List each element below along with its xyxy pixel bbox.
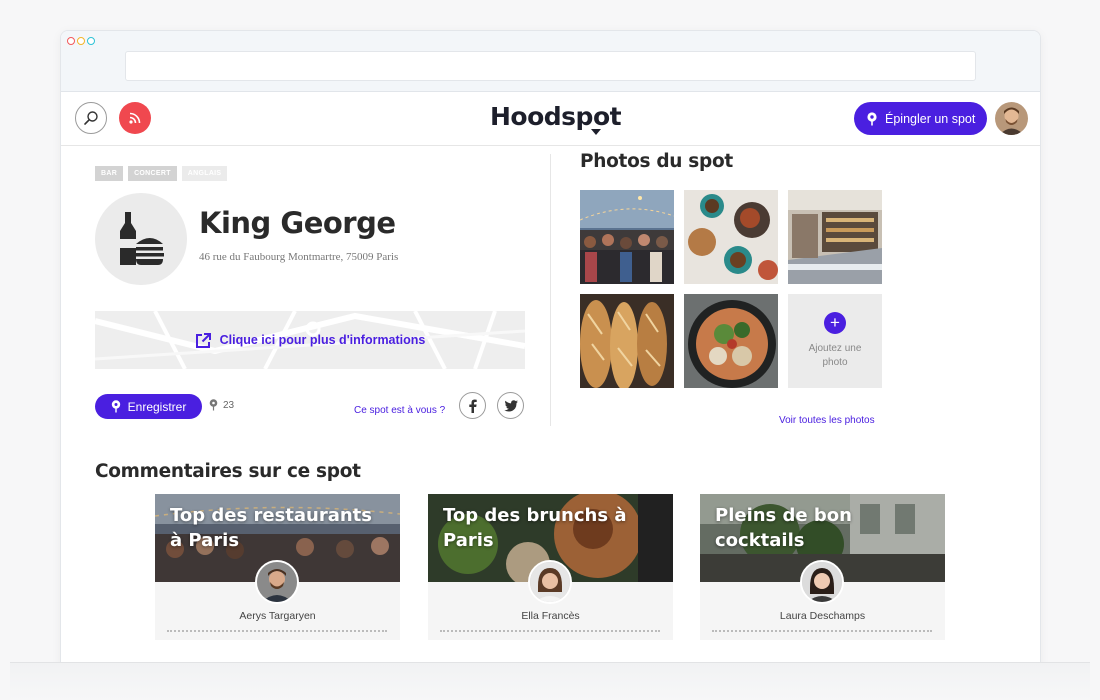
add-photo-button[interactable]: + Ajoutez une photo: [788, 294, 882, 388]
address-bar[interactable]: [125, 51, 976, 81]
search-button[interactable]: [75, 102, 107, 134]
spot-tags: BAR CONCERT ANGLAIS: [95, 166, 228, 181]
site-logo[interactable]: Hoodspot: [490, 102, 622, 131]
author-avatar: [800, 560, 844, 604]
comment-card[interactable]: Pleins de bon cocktails Laura Deschamps: [700, 494, 945, 640]
search-icon: [84, 111, 98, 125]
feed-button[interactable]: [119, 102, 151, 134]
photo-thumbnail[interactable]: [684, 294, 778, 388]
pin-icon: [867, 111, 877, 125]
bottle-burger-icon: [120, 212, 164, 265]
tag-anglais[interactable]: ANGLAIS: [181, 166, 228, 181]
top-navbar: Hoodspot Épingler un spot: [61, 92, 1040, 146]
page-bottom-edge: [10, 662, 1090, 700]
comment-card[interactable]: Top des restaurants à Paris Aerys Targar…: [155, 494, 400, 640]
card-title: Pleins de bon cocktails: [715, 505, 852, 551]
photo-thumbnail[interactable]: [580, 294, 674, 388]
browser-chrome: [61, 31, 1040, 92]
user-avatar[interactable]: [995, 102, 1028, 135]
pin-count-icon: [209, 399, 218, 411]
tag-bar[interactable]: BAR: [95, 166, 124, 181]
minimize-window-dot[interactable]: [77, 37, 85, 45]
add-photo-label: Ajoutez une photo: [808, 342, 862, 369]
pin-icon: [111, 400, 120, 413]
card-title: Top des brunchs à Paris: [443, 505, 627, 551]
pin-spot-button[interactable]: Épingler un spot: [854, 102, 988, 135]
spot-name: King George: [199, 206, 396, 240]
photo-thumbnail[interactable]: [580, 190, 674, 284]
facebook-share-button[interactable]: [459, 392, 486, 419]
external-link-icon: [195, 332, 211, 348]
claim-spot-link[interactable]: Ce spot est à vous ?: [354, 405, 445, 416]
save-count: 23: [209, 399, 234, 411]
save-spot-label: Enregistrer: [127, 399, 187, 414]
column-divider: [550, 154, 551, 426]
save-spot-button[interactable]: Enregistrer: [95, 394, 202, 419]
photo-thumbnail[interactable]: [684, 190, 778, 284]
card-snippet: [167, 630, 387, 633]
card-snippet: [712, 630, 932, 633]
card-snippet: [440, 630, 660, 633]
photo-thumbnail[interactable]: [788, 190, 882, 284]
twitter-icon: [503, 399, 518, 412]
comments-section-title: Commentaires sur ce spot: [95, 461, 361, 482]
see-all-photos-link[interactable]: Voir toutes les photos: [779, 415, 875, 426]
facebook-icon: [468, 399, 477, 413]
tag-concert[interactable]: CONCERT: [128, 166, 177, 181]
pin-spot-label: Épingler un spot: [885, 111, 976, 126]
more-info-link[interactable]: Clique ici pour plus d'informations: [220, 333, 426, 347]
rss-icon: [129, 112, 141, 124]
photos-section-title: Photos du spot: [580, 151, 733, 172]
twitter-share-button[interactable]: [497, 392, 524, 419]
save-count-value: 23: [223, 399, 235, 411]
author-avatar: [528, 560, 572, 604]
card-author-name: Ella Francès: [521, 610, 580, 622]
card-title: Top des restaurants à Paris: [170, 505, 372, 551]
plus-icon: +: [824, 311, 846, 334]
comment-card[interactable]: Top des brunchs à Paris Ella Francès: [428, 494, 673, 640]
more-info-map-banner[interactable]: Clique ici pour plus d'informations: [95, 311, 525, 369]
card-author-name: Aerys Targaryen: [239, 610, 316, 622]
author-avatar: [255, 560, 299, 604]
close-window-dot[interactable]: [67, 37, 75, 45]
spot-address: 46 rue du Faubourg Montmartre, 75009 Par…: [199, 251, 399, 263]
maximize-window-dot[interactable]: [87, 37, 95, 45]
card-author-name: Laura Deschamps: [779, 610, 866, 622]
logo-pin-tail: [591, 129, 601, 135]
spot-category-badge: [95, 193, 187, 285]
